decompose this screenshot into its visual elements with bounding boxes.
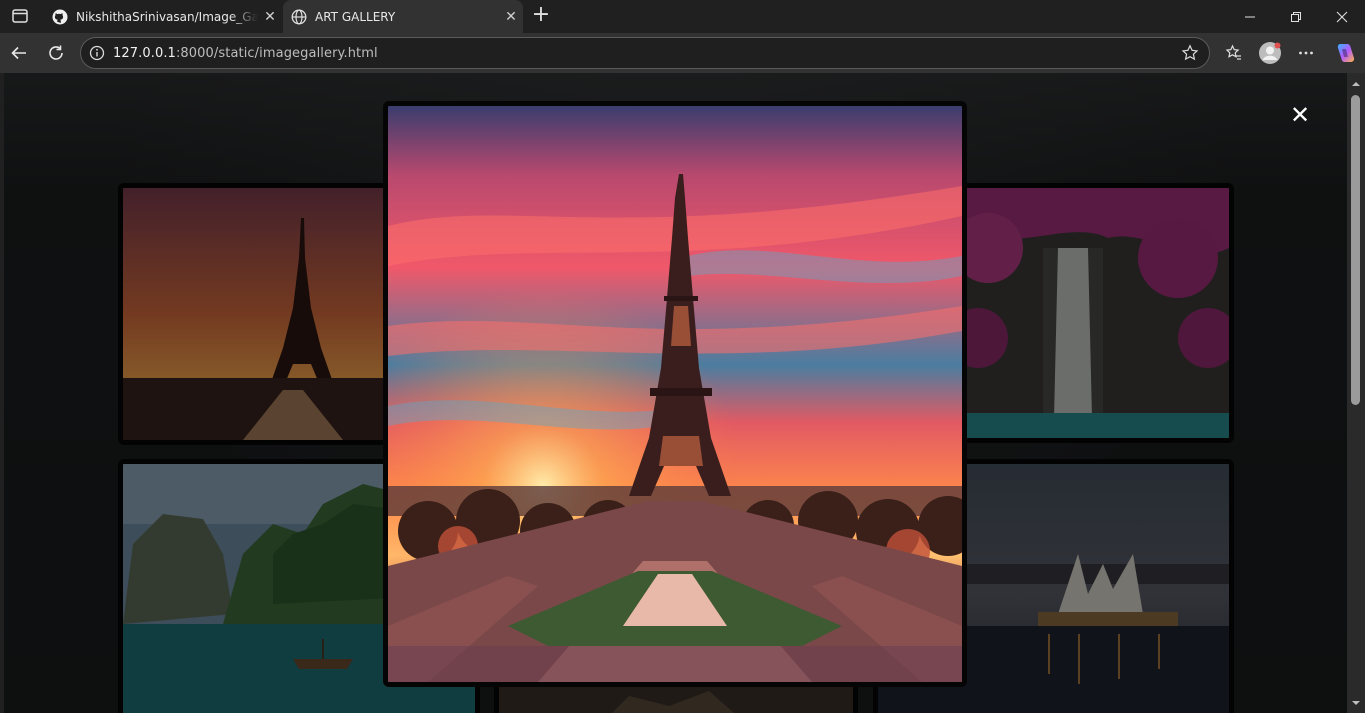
favorites-icon <box>1225 44 1241 60</box>
browser-toolbar: 127.0.0.1:8000/static/imagegallery.html <box>0 33 1365 73</box>
close-lightbox-button[interactable]: ✕ <box>1288 103 1312 127</box>
restore-icon <box>1291 11 1301 22</box>
site-info-icon[interactable] <box>89 45 105 61</box>
page-scrollbar[interactable] <box>1347 73 1365 713</box>
url-path: :8000/static/imagegallery.html <box>175 45 378 61</box>
lightbox-modal <box>383 101 967 687</box>
tab-title: ART GALLERY <box>315 9 396 24</box>
favorite-star-icon[interactable] <box>1181 44 1199 62</box>
settings-more-button[interactable] <box>1292 39 1320 67</box>
more-dots-icon <box>1299 51 1313 55</box>
profile-avatar-icon <box>1259 42 1281 64</box>
favorites-button[interactable] <box>1220 39 1248 67</box>
scroll-up-icon[interactable] <box>1347 76 1365 92</box>
minimize-button[interactable] <box>1227 0 1273 33</box>
tab-actions-button[interactable] <box>6 5 34 27</box>
tab-title: NikshithaSrinivasan/Image_Gallery <box>76 9 258 24</box>
address-bar[interactable]: 127.0.0.1:8000/static/imagegallery.html <box>80 37 1210 69</box>
globe-icon <box>291 9 307 24</box>
close-window-icon <box>1336 11 1348 22</box>
profile-button[interactable] <box>1256 39 1284 67</box>
gallery-page: ✕ <box>4 73 1347 713</box>
new-tab-button[interactable]: + <box>528 3 554 29</box>
back-arrow-icon <box>11 46 26 60</box>
scroll-down-icon[interactable] <box>1347 695 1365 711</box>
copilot-button[interactable] <box>1330 39 1358 67</box>
back-button[interactable] <box>3 37 35 69</box>
refresh-icon <box>49 45 63 60</box>
restore-button[interactable] <box>1273 0 1319 33</box>
url-host: 127.0.0.1 <box>113 45 176 61</box>
eiffel-tower-sunset-image <box>388 106 962 682</box>
tab-close-icon[interactable]: ✕ <box>258 9 282 25</box>
scrollbar-thumb[interactable] <box>1351 95 1360 405</box>
close-window-button[interactable] <box>1319 0 1365 33</box>
tab-art-gallery[interactable]: ART GALLERY ✕ <box>283 0 523 33</box>
minimize-icon <box>1245 16 1255 17</box>
github-icon <box>52 9 68 24</box>
tab-close-icon[interactable]: ✕ <box>499 9 523 25</box>
tab-strip: NikshithaSrinivasan/Image_Gallery ✕ ART … <box>0 0 1365 33</box>
tab-github[interactable]: NikshithaSrinivasan/Image_Gallery ✕ <box>42 0 282 33</box>
address-url: 127.0.0.1:8000/static/imagegallery.html <box>113 46 378 61</box>
copilot-icon <box>1337 44 1355 62</box>
tab-actions-icon <box>12 9 28 23</box>
refresh-button[interactable] <box>40 37 72 69</box>
